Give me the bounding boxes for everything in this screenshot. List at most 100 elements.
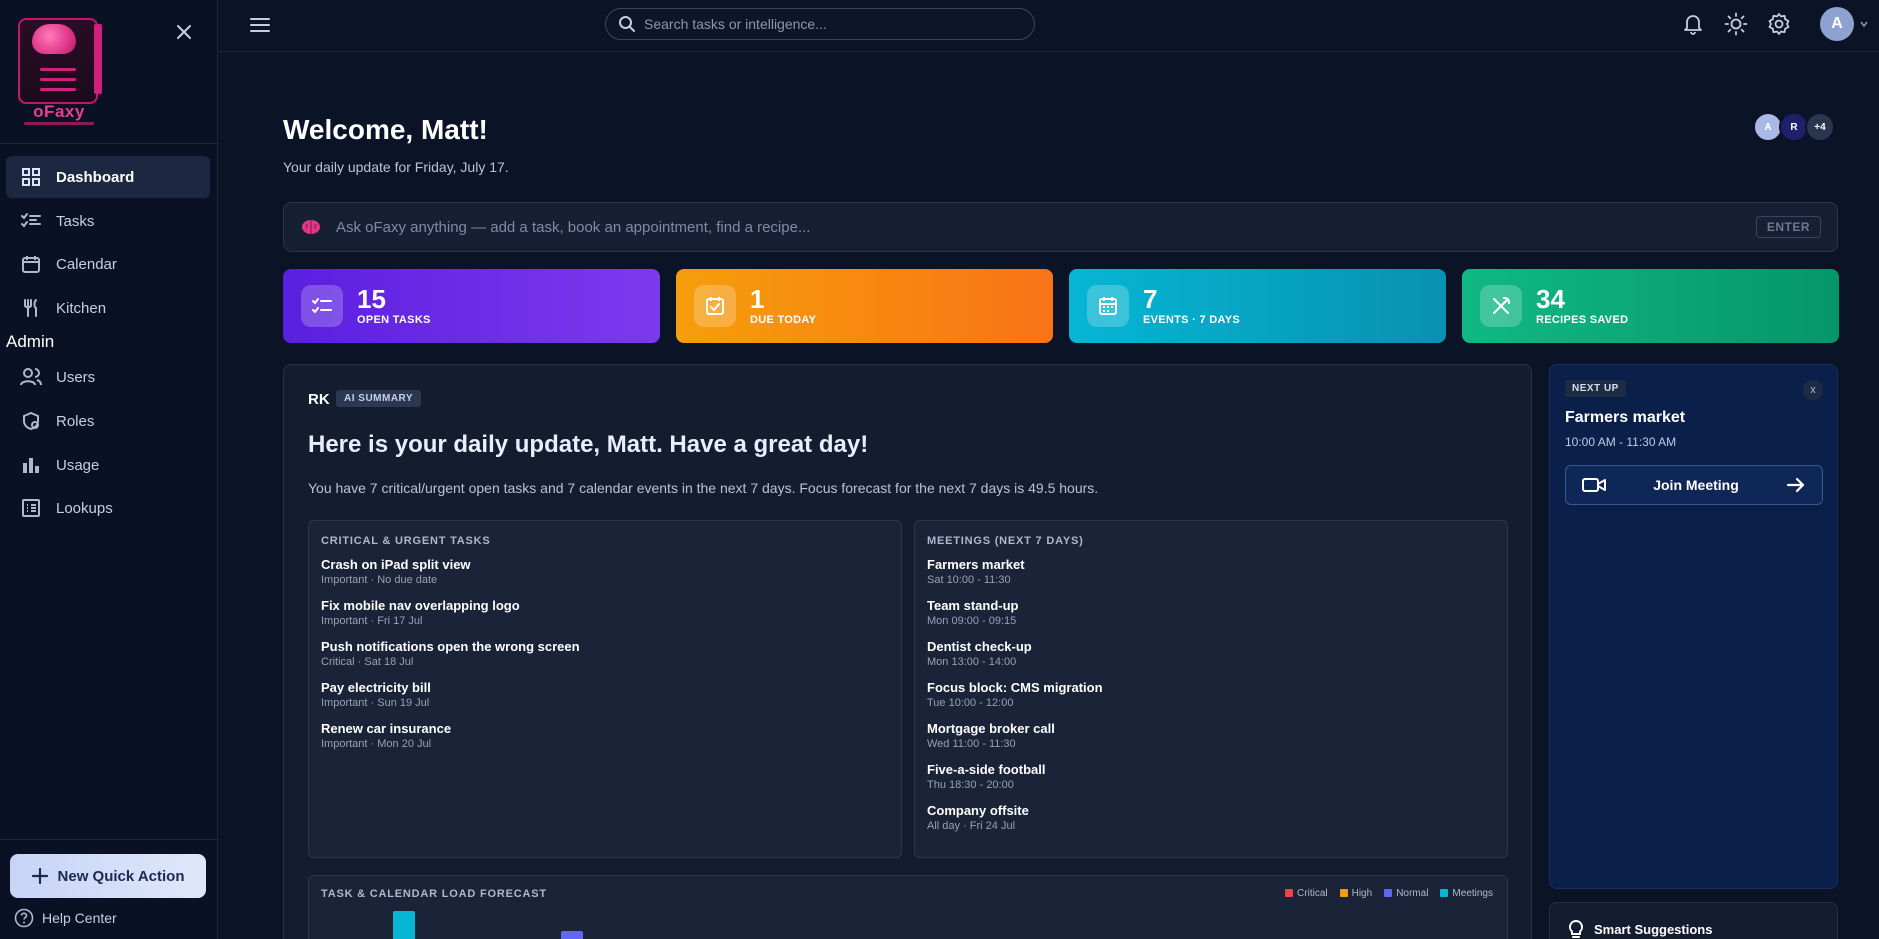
logo-line <box>40 68 76 71</box>
stat-label: RECIPES SAVED <box>1536 314 1629 326</box>
meeting-time: Tue 10:00 - 12:00 <box>927 697 1014 709</box>
task-title: Fix mobile nav overlapping logo <box>321 598 520 613</box>
chart-bar[interactable] <box>561 931 583 939</box>
page-title: Welcome, Matt! <box>283 114 488 145</box>
list-item[interactable]: Five-a-side football Thu 18:30 - 20:00 <box>927 762 1495 793</box>
join-meeting-button[interactable]: Join Meeting <box>1565 465 1823 505</box>
legend-label: Meetings <box>1452 888 1493 899</box>
sidebar-item-dashboard[interactable]: Dashboard <box>6 156 210 198</box>
sidebar-item-users[interactable]: Users <box>6 356 210 398</box>
meeting-title: Five-a-side football <box>927 762 1046 777</box>
list-item[interactable]: Team stand-up Mon 09:00 - 09:15 <box>927 598 1495 629</box>
close-button[interactable]: x <box>1803 380 1823 400</box>
hamburger-icon <box>250 18 270 32</box>
sidebar-item-roles[interactable]: Roles <box>6 400 210 442</box>
stat-value: 34 <box>1536 284 1565 314</box>
search-icon <box>619 16 635 32</box>
menu-toggle-button[interactable] <box>249 14 271 36</box>
legend-label: High <box>1351 888 1373 899</box>
app-logo[interactable]: oFaxy <box>14 16 104 130</box>
help-icon <box>14 908 34 928</box>
sidebar-item-lookups[interactable]: Lookups <box>6 487 210 529</box>
ask-assistant-bar[interactable]: ENTER <box>283 202 1838 252</box>
user-avatar[interactable]: A <box>1820 7 1854 41</box>
next-up-badge: NEXT UP <box>1565 380 1626 397</box>
ai-summary-badge: AI SUMMARY <box>336 390 422 407</box>
list-item[interactable]: Push notifications open the wrong screen… <box>321 639 889 670</box>
stat-value: 7 <box>1143 284 1158 314</box>
meeting-time: Mon 09:00 - 09:15 <box>927 615 1017 627</box>
critical-tasks-panel: CRITICAL & URGENT TASKS Crash on iPad sp… <box>308 520 902 858</box>
task-title: Crash on iPad split view <box>321 557 471 572</box>
stat-label: EVENTS · 7 DAYS <box>1143 314 1241 326</box>
meeting-time: Wed 11:00 - 11:30 <box>927 738 1016 750</box>
stat-card-due-today[interactable]: 1 DUE TODAY <box>676 269 1053 343</box>
close-icon <box>177 25 191 39</box>
sidebar-item-kitchen[interactable]: Kitchen <box>6 287 210 329</box>
list-item[interactable]: Crash on iPad split view Important · No d… <box>321 557 889 588</box>
chevron-down-icon <box>1860 21 1868 28</box>
panel-heading: CRITICAL & URGENT TASKS <box>321 535 491 547</box>
sidebar-section-admin: Admin <box>6 332 55 351</box>
sidebar-item-tasks[interactable]: Tasks <box>6 200 210 242</box>
page-subtitle: Your daily update for Friday, July 17. <box>283 159 509 175</box>
settings-button[interactable] <box>1767 12 1791 36</box>
legend-item: High <box>1339 888 1373 899</box>
legend-swatch <box>1285 889 1294 897</box>
sidebar: oFaxy Dashboard Tasks Calendar Kitchen A… <box>0 0 218 939</box>
task-title: Push notifications open the wrong screen <box>321 639 580 654</box>
stat-card-events[interactable]: 7 EVENTS · 7 DAYS <box>1069 269 1446 343</box>
plus-icon <box>31 868 48 884</box>
bell-icon <box>1684 15 1702 35</box>
meeting-title: Farmers market <box>927 557 1025 572</box>
help-center-link[interactable]: Help Center <box>14 908 117 928</box>
legend-swatch <box>1384 889 1393 897</box>
logo-line <box>40 88 76 91</box>
list-icon <box>20 497 42 519</box>
new-quick-action-button[interactable]: New Quick Action <box>10 854 206 898</box>
list-item[interactable]: Farmers market Sat 10:00 - 11:30 <box>927 557 1495 588</box>
card-title: Smart Suggestions <box>1594 921 1713 937</box>
enter-key-hint: ENTER <box>1755 216 1821 238</box>
sidebar-item-label: Tasks <box>56 212 95 230</box>
arrow-right-icon <box>1786 477 1805 493</box>
sidebar-divider <box>0 839 218 840</box>
search-box[interactable] <box>605 8 1035 40</box>
stat-card-recipes[interactable]: 34 RECIPES SAVED <box>1462 269 1839 343</box>
next-up-card: NEXT UP x Farmers market 10:00 AM - 11:3… <box>1549 364 1838 889</box>
list-item[interactable]: Company offsite All day · Fri 24 Jul <box>927 803 1495 834</box>
list-item[interactable]: Dentist check-up Mon 13:00 - 14:00 <box>927 639 1495 670</box>
list-item[interactable]: Fix mobile nav overlapping logo Important… <box>321 598 889 629</box>
join-meeting-label: Join Meeting <box>1653 477 1739 493</box>
stat-card-open-tasks[interactable]: 15 OPEN TASKS <box>283 269 660 343</box>
task-title: Renew car insurance <box>321 721 452 736</box>
checklist-icon <box>20 210 42 232</box>
shield-user-icon <box>20 410 42 432</box>
list-item[interactable]: Pay electricity bill Important · Sun 19 J… <box>321 680 889 711</box>
search-input[interactable] <box>644 16 1024 32</box>
notifications-button[interactable] <box>1681 12 1705 36</box>
task-meta: Important · Sun 19 Jul <box>321 697 430 709</box>
smart-suggestions-card: Smart Suggestions <box>1549 902 1838 939</box>
sidebar-item-label: Dashboard <box>56 168 135 186</box>
list-item[interactable]: Mortgage broker call Wed 11:00 - 11:30 <box>927 721 1495 752</box>
list-item[interactable]: Focus block: CMS migration Tue 10:00 - 12… <box>927 680 1495 711</box>
chart-bar[interactable] <box>393 911 415 939</box>
presence-avatars[interactable]: A R +4 <box>1753 112 1835 142</box>
stat-value: 15 <box>357 284 386 314</box>
task-title: Pay electricity bill <box>321 680 431 695</box>
chart-title: TASK & CALENDAR LOAD FORECAST <box>321 888 547 900</box>
ask-input[interactable] <box>336 218 1742 236</box>
meeting-time: Sat 10:00 - 11:30 <box>927 574 1011 586</box>
lightbulb-icon <box>1568 919 1584 938</box>
sidebar-item-usage[interactable]: Usage <box>6 444 210 486</box>
author-initials: RK <box>308 391 330 408</box>
grid-icon <box>20 166 42 188</box>
sidebar-item-calendar[interactable]: Calendar <box>6 243 210 285</box>
video-camera-icon <box>1582 478 1606 492</box>
list-item[interactable]: Renew car insurance Important · Mon 20 Ju… <box>321 721 889 752</box>
checklist-icon <box>301 285 343 327</box>
panel-heading: MEETINGS (NEXT 7 DAYS) <box>927 535 1084 547</box>
theme-toggle-button[interactable] <box>1724 12 1748 36</box>
close-sidebar-button[interactable] <box>172 20 196 44</box>
